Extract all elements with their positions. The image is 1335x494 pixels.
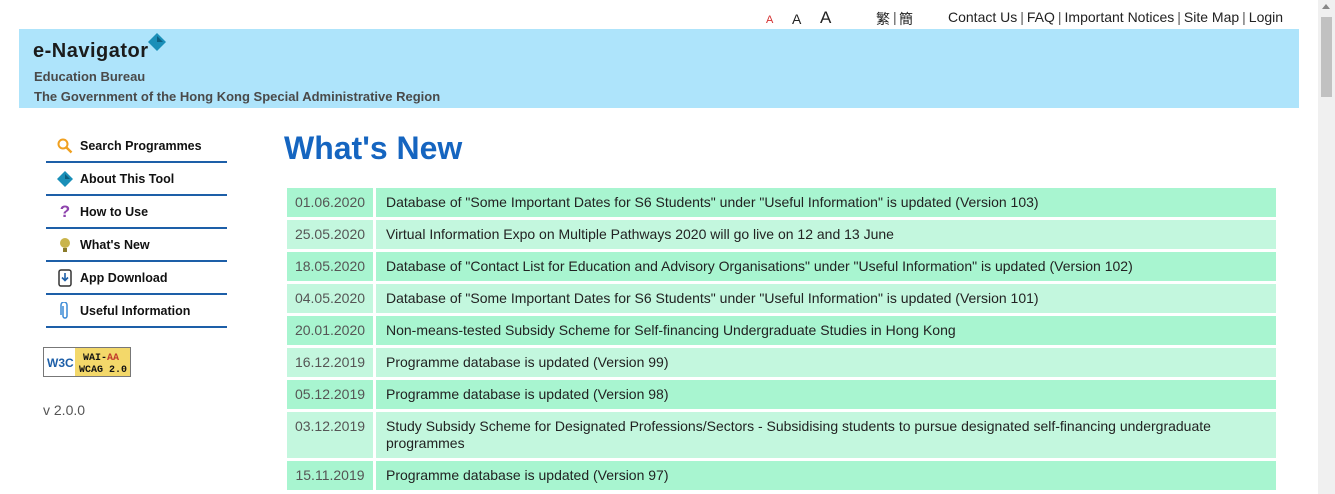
svg-text:WAI-AA: WAI-AA <box>83 353 119 364</box>
news-row[interactable]: 01.06.2020 Database of "Some Important Da… <box>287 188 1276 217</box>
site-map-link[interactable]: Site Map <box>1184 9 1239 25</box>
lightbulb-icon <box>55 235 75 255</box>
sidebar-item-label: Useful Information <box>80 303 191 318</box>
sidebar-item-label: What's New <box>80 237 150 252</box>
news-text[interactable]: Programme database is updated (Version 9… <box>376 348 1276 377</box>
news-text[interactable]: Non-means-tested Subsidy Scheme for Self… <box>376 316 1276 345</box>
important-notices-link[interactable]: Important Notices <box>1065 9 1175 25</box>
news-row[interactable]: 20.01.2020 Non-means-tested Subsidy Schem… <box>287 316 1276 345</box>
page-title: What's New <box>284 130 463 166</box>
news-date: 05.12.2019 <box>287 380 373 409</box>
mobile-download-icon <box>55 268 75 288</box>
sidebar-item-useful-information[interactable]: Useful Information <box>46 295 227 328</box>
link-separator: | <box>1177 9 1181 25</box>
sidebar-item-label: About This Tool <box>80 171 175 186</box>
paperclip-icon <box>55 301 75 321</box>
news-row[interactable]: 16.12.2019 Programme database is updated … <box>287 348 1276 377</box>
lang-simplified-link[interactable]: 簡 <box>899 9 913 29</box>
news-text[interactable]: Database of "Some Important Dates for S6… <box>376 284 1276 313</box>
sidebar-item-app-download[interactable]: App Download <box>46 262 227 295</box>
login-link[interactable]: Login <box>1249 9 1283 25</box>
w3c-wcag-badge[interactable]: W3C WAI-AA WCAG 2.0 <box>43 347 131 377</box>
news-date: 15.11.2019 <box>287 461 373 490</box>
news-text[interactable]: Database of "Contact List for Education … <box>376 252 1276 281</box>
scrollbar[interactable] <box>1318 0 1335 494</box>
logo-text[interactable]: e-Navigator <box>33 40 149 63</box>
news-date: 03.12.2019 <box>287 412 373 458</box>
sidebar-item-label: How to Use <box>80 204 149 219</box>
scroll-up-arrow-icon[interactable] <box>1322 4 1330 9</box>
news-date: 18.05.2020 <box>287 252 373 281</box>
news-row[interactable]: 15.11.2019 Programme database is updated … <box>287 461 1276 490</box>
news-date: 01.06.2020 <box>287 188 373 217</box>
news-row[interactable]: 18.05.2020 Database of "Contact List for … <box>287 252 1276 281</box>
faq-link[interactable]: FAQ <box>1027 9 1055 25</box>
news-date: 20.01.2020 <box>287 316 373 345</box>
org-name: Education Bureau <box>34 69 146 84</box>
sidebar-item-search-programmes[interactable]: Search Programmes <box>46 130 227 163</box>
sidebar-item-how-to-use[interactable]: ? How to Use <box>46 196 227 229</box>
news-row[interactable]: 05.12.2019 Programme database is updated … <box>287 380 1276 409</box>
scroll-thumb[interactable] <box>1321 17 1332 97</box>
version-label: v 2.0.0 <box>43 402 86 418</box>
navigator-logo-icon <box>148 33 166 51</box>
sidebar-item-about[interactable]: About This Tool <box>46 163 227 196</box>
top-utility-bar: A A A 繁 | 簡 Contact Us | FAQ | Important Not… <box>0 6 1300 28</box>
lang-traditional-link[interactable]: 繁 <box>876 9 890 29</box>
news-text[interactable]: Programme database is updated (Version 9… <box>376 380 1276 409</box>
news-row[interactable]: 25.05.2020 Virtual Information Expo on Mu… <box>287 220 1276 249</box>
question-icon: ? <box>59 201 71 221</box>
sidebar-item-whats-new[interactable]: What's New <box>46 229 227 262</box>
news-list: 01.06.2020 Database of "Some Important Da… <box>287 188 1276 493</box>
navigator-icon <box>55 169 75 189</box>
news-date: 25.05.2020 <box>287 220 373 249</box>
link-separator: | <box>1057 9 1062 25</box>
svg-text:WCAG 2.0: WCAG 2.0 <box>79 365 127 376</box>
link-separator: | <box>1020 9 1024 25</box>
sidebar-item-label: Search Programmes <box>80 138 202 153</box>
magnifier-icon <box>55 136 75 156</box>
sidebar-nav: Search Programmes About This Tool ? How … <box>46 130 227 328</box>
government-name: The Government of the Hong Kong Special … <box>34 89 441 104</box>
font-size-large-button[interactable]: A <box>820 8 831 28</box>
contact-us-link[interactable]: Contact Us <box>948 9 1017 25</box>
link-separator: | <box>1242 9 1246 25</box>
news-row[interactable]: 03.12.2019 Study Subsidy Scheme for Desig… <box>287 412 1276 458</box>
header-banner: e-Navigator Education Bureau The Governm… <box>19 29 1299 108</box>
lang-separator: | <box>893 9 897 25</box>
news-date: 16.12.2019 <box>287 348 373 377</box>
font-size-small-button[interactable]: A <box>766 14 773 26</box>
news-date: 04.05.2020 <box>287 284 373 313</box>
news-text[interactable]: Database of "Some Important Dates for S6… <box>376 188 1276 217</box>
news-text[interactable]: Programme database is updated (Version 9… <box>376 461 1276 490</box>
svg-text:W3C: W3C <box>47 356 74 370</box>
font-size-medium-button[interactable]: A <box>792 11 801 27</box>
news-text[interactable]: Study Subsidy Scheme for Designated Prof… <box>376 412 1276 458</box>
news-row[interactable]: 04.05.2020 Database of "Some Important Da… <box>287 284 1276 313</box>
news-text[interactable]: Virtual Information Expo on Multiple Pat… <box>376 220 1276 249</box>
top-links: Contact Us | FAQ | Important Notices | Site Ma… <box>948 9 1283 25</box>
sidebar-item-label: App Download <box>80 270 168 285</box>
